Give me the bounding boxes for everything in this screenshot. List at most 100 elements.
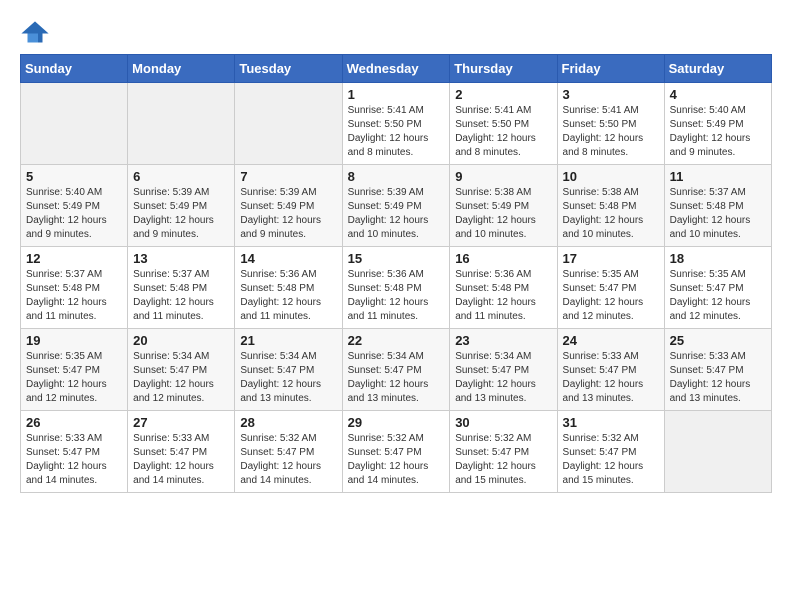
calendar-day-cell: 19 Sunrise: 5:35 AM Sunset: 5:47 PM Dayli… <box>21 329 128 411</box>
calendar-day-cell: 8Sunrise: 5:39 AM Sunset: 5:49 PM Daylig… <box>342 165 450 247</box>
day-info: Sunrise: 5:41 AM Sunset: 5:50 PM Dayligh… <box>455 104 551 160</box>
day-info: Sunrise: 5:36 AM Sunset: 5:48 PM Dayligh… <box>348 268 445 324</box>
day-info: Sunrise: 5:34 AM Sunset: 5:47 PM Dayligh… <box>455 350 551 406</box>
day-number: 27 <box>133 415 229 430</box>
day-info: Sunrise: 5:33 AM Sunset: 5:47 PM Dayligh… <box>133 432 229 488</box>
calendar-day-header: Friday <box>557 55 664 83</box>
day-info: Sunrise: 5:34 AM Sunset: 5:47 PM Dayligh… <box>133 350 229 406</box>
calendar-day-cell: 22 Sunrise: 5:34 AM Sunset: 5:47 PM Dayli… <box>342 329 450 411</box>
calendar-day-cell <box>128 83 235 165</box>
calendar-day-cell: 25 Sunrise: 5:33 AM Sunset: 5:47 PM Dayli… <box>664 329 771 411</box>
calendar-day-cell: 20Sunrise: 5:34 AM Sunset: 5:47 PM Dayli… <box>128 329 235 411</box>
calendar-day-cell: 23Sunrise: 5:34 AM Sunset: 5:47 PM Dayli… <box>450 329 557 411</box>
day-number: 8 <box>348 169 445 184</box>
calendar-day-cell: 14 Sunrise: 5:36 AM Sunset: 5:48 PM Dayli… <box>235 247 342 329</box>
calendar-day-header: Wednesday <box>342 55 450 83</box>
day-number: 2 <box>455 87 551 102</box>
calendar-day-cell: 1 Sunrise: 5:41 AM Sunset: 5:50 PM Daylig… <box>342 83 450 165</box>
day-info: Sunrise: 5:40 AM Sunset: 5:49 PM Dayligh… <box>26 186 122 242</box>
day-number: 9 <box>455 169 551 184</box>
day-number: 13 <box>133 251 229 266</box>
calendar-day-cell: 3Sunrise: 5:41 AM Sunset: 5:50 PM Daylig… <box>557 83 664 165</box>
day-number: 19 <box>26 333 122 348</box>
day-info: Sunrise: 5:33 AM Sunset: 5:47 PM Dayligh… <box>670 350 766 406</box>
calendar-day-header: Sunday <box>21 55 128 83</box>
calendar-week-row: 26 Sunrise: 5:33 AM Sunset: 5:47 PM Dayli… <box>21 411 772 493</box>
calendar-day-cell: 15 Sunrise: 5:36 AM Sunset: 5:48 PM Dayli… <box>342 247 450 329</box>
day-info: Sunrise: 5:40 AM Sunset: 5:49 PM Dayligh… <box>670 104 766 160</box>
day-number: 6 <box>133 169 229 184</box>
day-info: Sunrise: 5:39 AM Sunset: 5:49 PM Dayligh… <box>240 186 336 242</box>
day-number: 14 <box>240 251 336 266</box>
day-number: 11 <box>670 169 766 184</box>
calendar-day-cell: 18 Sunrise: 5:35 AM Sunset: 5:47 PM Dayli… <box>664 247 771 329</box>
calendar-day-header: Tuesday <box>235 55 342 83</box>
day-info: Sunrise: 5:35 AM Sunset: 5:47 PM Dayligh… <box>563 268 659 324</box>
day-info: Sunrise: 5:36 AM Sunset: 5:48 PM Dayligh… <box>240 268 336 324</box>
day-info: Sunrise: 5:38 AM Sunset: 5:48 PM Dayligh… <box>563 186 659 242</box>
calendar-day-cell: 7 Sunrise: 5:39 AM Sunset: 5:49 PM Daylig… <box>235 165 342 247</box>
day-number: 17 <box>563 251 659 266</box>
day-info: Sunrise: 5:41 AM Sunset: 5:50 PM Dayligh… <box>563 104 659 160</box>
calendar-day-cell: 16Sunrise: 5:36 AM Sunset: 5:48 PM Dayli… <box>450 247 557 329</box>
calendar-day-cell: 9 Sunrise: 5:38 AM Sunset: 5:49 PM Daylig… <box>450 165 557 247</box>
day-info: Sunrise: 5:35 AM Sunset: 5:47 PM Dayligh… <box>26 350 122 406</box>
day-info: Sunrise: 5:37 AM Sunset: 5:48 PM Dayligh… <box>670 186 766 242</box>
calendar-day-cell: 17 Sunrise: 5:35 AM Sunset: 5:47 PM Dayli… <box>557 247 664 329</box>
calendar-day-header: Saturday <box>664 55 771 83</box>
day-info: Sunrise: 5:37 AM Sunset: 5:48 PM Dayligh… <box>133 268 229 324</box>
day-number: 10 <box>563 169 659 184</box>
day-info: Sunrise: 5:32 AM Sunset: 5:47 PM Dayligh… <box>240 432 336 488</box>
calendar-day-cell: 24Sunrise: 5:33 AM Sunset: 5:47 PM Dayli… <box>557 329 664 411</box>
calendar-day-cell: 30Sunrise: 5:32 AM Sunset: 5:47 PM Dayli… <box>450 411 557 493</box>
day-info: Sunrise: 5:34 AM Sunset: 5:47 PM Dayligh… <box>348 350 445 406</box>
calendar-day-cell: 27 Sunrise: 5:33 AM Sunset: 5:47 PM Dayli… <box>128 411 235 493</box>
logo <box>20 20 54 44</box>
calendar-day-cell: 11 Sunrise: 5:37 AM Sunset: 5:48 PM Dayli… <box>664 165 771 247</box>
day-info: Sunrise: 5:33 AM Sunset: 5:47 PM Dayligh… <box>26 432 122 488</box>
calendar-day-cell: 10 Sunrise: 5:38 AM Sunset: 5:48 PM Dayli… <box>557 165 664 247</box>
calendar-week-row: 5 Sunrise: 5:40 AM Sunset: 5:49 PM Daylig… <box>21 165 772 247</box>
day-number: 1 <box>348 87 445 102</box>
day-number: 12 <box>26 251 122 266</box>
calendar-day-cell: 2 Sunrise: 5:41 AM Sunset: 5:50 PM Daylig… <box>450 83 557 165</box>
calendar-header-row: SundayMondayTuesdayWednesdayThursdayFrid… <box>21 55 772 83</box>
calendar-week-row: 1 Sunrise: 5:41 AM Sunset: 5:50 PM Daylig… <box>21 83 772 165</box>
day-number: 30 <box>455 415 551 430</box>
day-number: 22 <box>348 333 445 348</box>
day-number: 4 <box>670 87 766 102</box>
calendar-day-cell: 12 Sunrise: 5:37 AM Sunset: 5:48 PM Dayli… <box>21 247 128 329</box>
day-number: 28 <box>240 415 336 430</box>
calendar-day-cell: 28 Sunrise: 5:32 AM Sunset: 5:47 PM Dayli… <box>235 411 342 493</box>
day-info: Sunrise: 5:38 AM Sunset: 5:49 PM Dayligh… <box>455 186 551 242</box>
day-number: 31 <box>563 415 659 430</box>
day-info: Sunrise: 5:34 AM Sunset: 5:47 PM Dayligh… <box>240 350 336 406</box>
calendar-day-cell: 21 Sunrise: 5:34 AM Sunset: 5:47 PM Dayli… <box>235 329 342 411</box>
page-header <box>20 20 772 44</box>
day-info: Sunrise: 5:39 AM Sunset: 5:49 PM Dayligh… <box>133 186 229 242</box>
logo-icon <box>20 20 50 44</box>
calendar-day-cell: 5 Sunrise: 5:40 AM Sunset: 5:49 PM Daylig… <box>21 165 128 247</box>
day-number: 18 <box>670 251 766 266</box>
day-number: 7 <box>240 169 336 184</box>
calendar-day-cell <box>21 83 128 165</box>
day-number: 25 <box>670 333 766 348</box>
day-number: 29 <box>348 415 445 430</box>
day-info: Sunrise: 5:37 AM Sunset: 5:48 PM Dayligh… <box>26 268 122 324</box>
day-info: Sunrise: 5:41 AM Sunset: 5:50 PM Dayligh… <box>348 104 445 160</box>
calendar-week-row: 19 Sunrise: 5:35 AM Sunset: 5:47 PM Dayli… <box>21 329 772 411</box>
calendar-day-cell <box>664 411 771 493</box>
calendar-week-row: 12 Sunrise: 5:37 AM Sunset: 5:48 PM Dayli… <box>21 247 772 329</box>
day-number: 15 <box>348 251 445 266</box>
calendar-day-cell: 13 Sunrise: 5:37 AM Sunset: 5:48 PM Dayli… <box>128 247 235 329</box>
calendar-day-header: Monday <box>128 55 235 83</box>
calendar-day-cell: 31 Sunrise: 5:32 AM Sunset: 5:47 PM Dayli… <box>557 411 664 493</box>
day-number: 26 <box>26 415 122 430</box>
calendar-day-cell <box>235 83 342 165</box>
day-info: Sunrise: 5:35 AM Sunset: 5:47 PM Dayligh… <box>670 268 766 324</box>
day-info: Sunrise: 5:33 AM Sunset: 5:47 PM Dayligh… <box>563 350 659 406</box>
day-number: 5 <box>26 169 122 184</box>
day-number: 21 <box>240 333 336 348</box>
calendar-day-cell: 6 Sunrise: 5:39 AM Sunset: 5:49 PM Daylig… <box>128 165 235 247</box>
day-info: Sunrise: 5:32 AM Sunset: 5:47 PM Dayligh… <box>563 432 659 488</box>
